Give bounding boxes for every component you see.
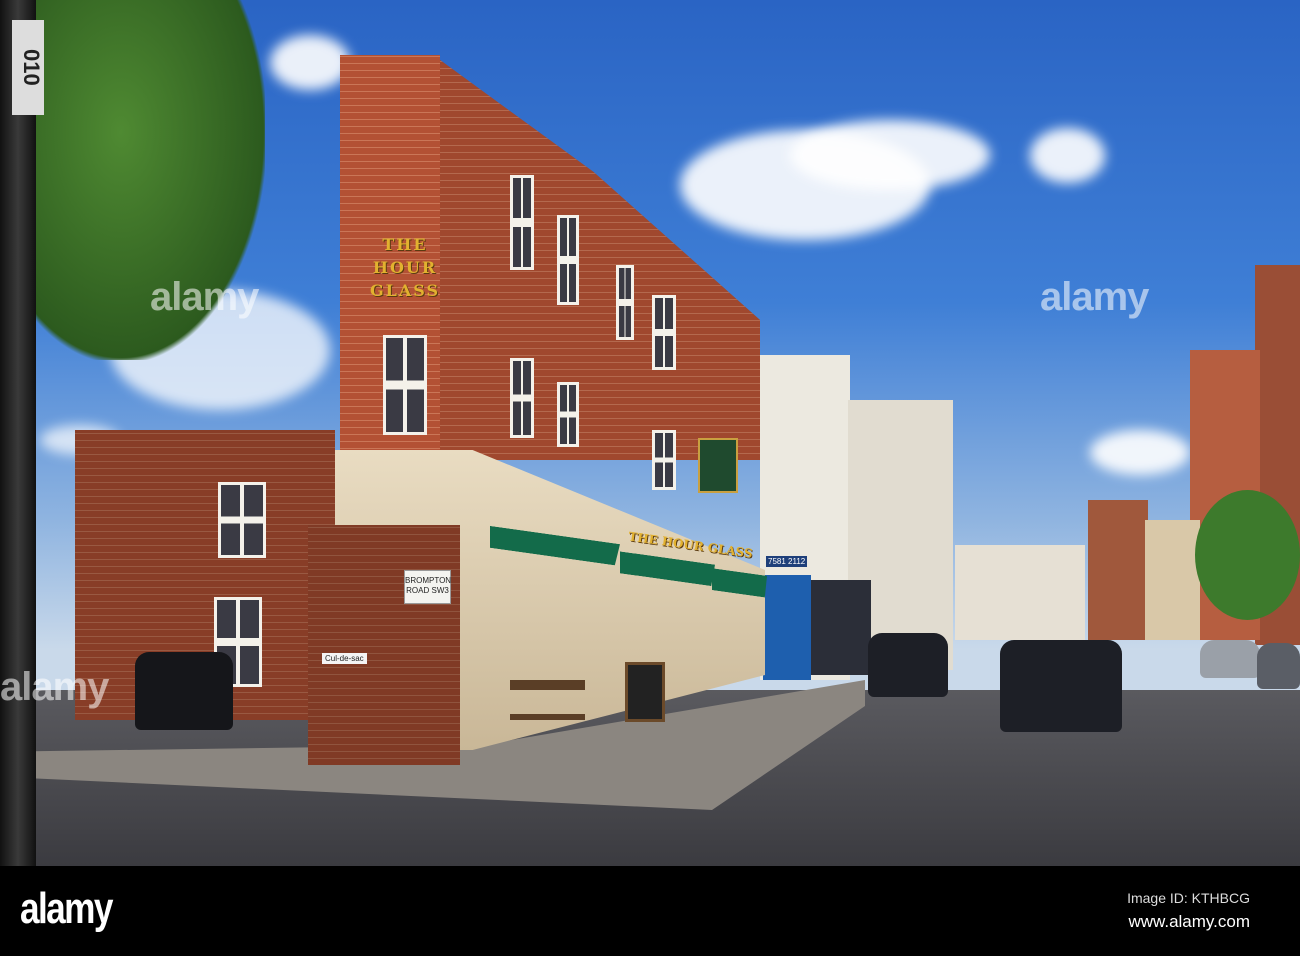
pub-hanging-sign bbox=[698, 438, 738, 493]
street-sign-line: BROMPTON bbox=[405, 576, 452, 585]
cul-de-sac-sign: Cul-de-sac bbox=[322, 653, 367, 664]
site-url: www.alamy.com bbox=[1128, 912, 1250, 931]
window bbox=[383, 335, 427, 435]
window bbox=[557, 382, 579, 447]
pub-name-line: GLASS bbox=[369, 281, 441, 300]
window bbox=[652, 295, 676, 370]
window bbox=[557, 215, 579, 305]
car bbox=[1257, 643, 1300, 689]
watermark: alamy bbox=[0, 665, 109, 709]
window bbox=[218, 482, 266, 558]
pub-name-wall: THE HOUR GLASS bbox=[350, 233, 460, 302]
street-photo: 7581 2112 THE HOUR GLASS THE HOUR GLASS … bbox=[0, 0, 1300, 866]
window bbox=[616, 265, 634, 340]
window bbox=[510, 358, 534, 438]
pub-building-side bbox=[440, 60, 760, 460]
street-sign: BROMPTON ROAD SW3 bbox=[404, 570, 451, 604]
street-sign-line: ROAD SW3 bbox=[406, 586, 449, 595]
shop-front-dark bbox=[811, 580, 871, 675]
tower-block bbox=[1088, 500, 1148, 640]
car bbox=[868, 633, 948, 697]
pole-sign: 010 bbox=[12, 20, 44, 115]
car bbox=[1200, 640, 1260, 678]
window bbox=[652, 430, 676, 490]
watermark: alamy bbox=[1040, 275, 1149, 319]
car bbox=[135, 652, 233, 730]
alamy-logo: alamy bbox=[20, 884, 113, 933]
window bbox=[510, 175, 534, 270]
shop-front-blue bbox=[763, 575, 811, 680]
pub-name-line: THE bbox=[382, 235, 428, 254]
chalkboard bbox=[625, 662, 665, 722]
tree-right bbox=[1195, 490, 1300, 620]
shop-phone-sign: 7581 2112 bbox=[766, 556, 808, 567]
image-id: Image ID: KTHBCG bbox=[1127, 890, 1250, 906]
footer-bar: alamy Image ID: KTHBCG www.alamy.com bbox=[0, 866, 1300, 956]
watermark: alamy bbox=[150, 275, 259, 319]
car-black-hatchback bbox=[1000, 640, 1122, 732]
tower-block bbox=[1145, 520, 1200, 640]
pub-name-line: HOUR bbox=[372, 258, 438, 277]
bench bbox=[510, 680, 585, 720]
michelin-building bbox=[955, 545, 1085, 640]
brick-pier bbox=[308, 525, 460, 765]
lamp-pole bbox=[0, 0, 36, 866]
